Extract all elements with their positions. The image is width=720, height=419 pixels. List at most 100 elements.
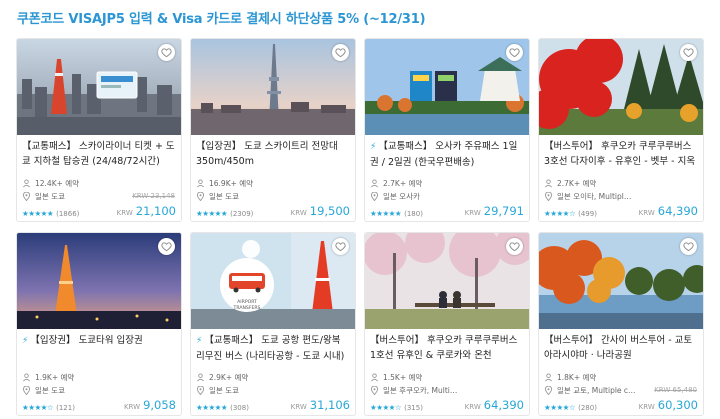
price: KRW 31,106 [291, 398, 350, 412]
original-price: KRW 23,148 [132, 192, 175, 200]
currency-label: KRW [464, 403, 481, 411]
instant-confirm-bolt-icon: ⚡ [370, 142, 377, 152]
location-text: 일본 도쿄 [209, 386, 239, 395]
instant-confirm-bolt-icon: ⚡ [196, 336, 203, 346]
location-text: 일본 도쿄 [209, 192, 239, 201]
product-card[interactable]: 【입장권】 도쿄 스카이트리 전망대 350m/450m 16.9K+ 예약 일본 … [190, 38, 356, 222]
price: KRW 64,390 [465, 398, 524, 412]
product-title-text: 【버스투어】 후쿠오카 쿠루쿠루버스 3호선 다자이후 - 유후인 - 벳부 -… [544, 141, 696, 167]
wishlist-heart-icon[interactable] [158, 44, 175, 61]
location: 일본 도쿄 [196, 385, 239, 396]
price-amount: 9,058 [143, 398, 176, 412]
booking-user-icon [371, 373, 378, 382]
card-footer: ★★★★★ (2309) KRW 19,500 [196, 204, 350, 218]
booking-count-text: 2.9K+ 예약 [209, 373, 249, 382]
product-title[interactable]: 【입장권】 도쿄 스카이트리 전망대 350m/450m [196, 139, 352, 169]
wishlist-heart-icon[interactable] [332, 44, 349, 61]
rating-count: (499) [578, 209, 597, 218]
product-grid: 【교통패스】 스카이라이너 티켓 + 도쿄 지하철 탑승권 (24/48/72시… [0, 0, 720, 419]
price-amount: 60,300 [657, 398, 698, 412]
rating: ★★★★☆ (315) [370, 403, 423, 412]
location: 일본 도쿄 [22, 385, 65, 396]
currency-label: KRW [290, 209, 307, 217]
product-card[interactable]: 【버스투어】 후쿠오카 쿠루쿠루버스 3호선 다자이후 - 유후인 - 벳부 -… [538, 38, 704, 222]
product-title[interactable]: 【버스투어】 후쿠오카 쿠루쿠루버스 1호선 유후인 & 쿠로카와 온천 [370, 333, 526, 363]
rating: ★★★★☆ (121) [22, 403, 75, 412]
rating-stars-icon: ★★★★★ [196, 403, 228, 412]
product-card[interactable]: 【교통패스】 스카이라이너 티켓 + 도쿄 지하철 탑승권 (24/48/72시… [16, 38, 182, 222]
price: KRW 21,100 [117, 204, 176, 218]
price: KRW 9,058 [124, 398, 176, 412]
location-text: 일본 오사카 [383, 192, 420, 201]
product-title[interactable]: 【버스투어】 간사이 버스투어 - 교토 아라시야마 · 나라공원 [544, 333, 700, 363]
rating-count: (280) [578, 403, 597, 412]
card-footer: ★★★★☆ (315) KRW 64,390 [370, 398, 524, 412]
rating-count: (308) [230, 403, 249, 412]
location-pin-icon [196, 192, 205, 201]
card-footer: ★★★★☆ (280) KRW 60,300 [544, 398, 698, 412]
wishlist-heart-icon[interactable] [680, 238, 697, 255]
product-card[interactable]: 【버스투어】 간사이 버스투어 - 교토 아라시야마 · 나라공원 1.8K+ 예… [538, 232, 704, 416]
location-pin-icon [22, 386, 31, 395]
booking-count-text: 12.4K+ 예약 [35, 179, 80, 188]
price: KRW 64,390 [639, 204, 698, 218]
booking-user-icon [545, 179, 552, 188]
currency-label: KRW [123, 403, 141, 411]
booking-user-icon [545, 373, 552, 382]
price: KRW 29,791 [465, 204, 524, 218]
price-amount: 64,390 [657, 204, 698, 218]
currency-label: KRW [116, 209, 133, 217]
rating-count: (180) [404, 209, 423, 218]
product-title-text: 【버스투어】 후쿠오카 쿠루쿠루버스 1호선 유후인 & 쿠로카와 온천 [370, 335, 518, 361]
rating-stars-icon: ★★★★☆ [22, 403, 54, 412]
rating: ★★★★★ (180) [370, 209, 423, 218]
location-text: 일본 도쿄 [35, 386, 65, 395]
rating: ★★★★★ (1866) [22, 209, 79, 218]
card-footer: ★★★★☆ (121) KRW 9,058 [22, 398, 176, 412]
booking-count: 2.7K+ 예약 [370, 178, 422, 189]
product-title-text: 【입장권】 도쿄 스카이트리 전망대 350m/450m [196, 141, 338, 167]
product-title-text: 【교통패스】 도쿄 공항 편도/왕복 리무진 버스 (나리타공항 - 도쿄 시내… [196, 335, 345, 362]
product-card[interactable]: ⚡ 【교통패스】 오사카 주유패스 1일권 / 2일권 (한국우편배송) 2.7K+… [364, 38, 530, 222]
product-title[interactable]: 【교통패스】 스카이라이너 티켓 + 도쿄 지하철 탑승권 (24/48/72시… [22, 139, 178, 169]
thumb-text-airport: AIRPORT [237, 299, 257, 305]
wishlist-heart-icon[interactable] [158, 238, 175, 255]
location-pin-icon [544, 192, 553, 201]
rating-count: (121) [56, 403, 75, 412]
booking-user-icon [23, 373, 30, 382]
location: 일본 교토, Multiple c… [544, 385, 636, 396]
currency-label: KRW [290, 403, 307, 411]
price-amount: 29,791 [483, 204, 524, 218]
wishlist-heart-icon[interactable] [506, 44, 523, 61]
price-amount: 64,390 [483, 398, 524, 412]
booking-count: 1.8K+ 예약 [544, 372, 596, 383]
wishlist-heart-icon[interactable] [680, 44, 697, 61]
rating: ★★★★☆ (280) [544, 403, 597, 412]
product-title[interactable]: ⚡ 【입장권】 도쿄타워 입장권 [22, 333, 178, 349]
thumb-text-transfers: TRANSFERS [233, 305, 261, 311]
wishlist-heart-icon[interactable] [506, 238, 523, 255]
product-card[interactable]: AIRPORT TRANSFERS ⚡ 【교통패스】 도쿄 공항 편도/왕복 리무… [190, 232, 356, 416]
location-text: 일본 오이타, Multipl… [557, 192, 632, 201]
product-title[interactable]: ⚡ 【교통패스】 오사카 주유패스 1일권 / 2일권 (한국우편배송) [370, 139, 526, 169]
rating-stars-icon: ★★★★★ [22, 209, 54, 218]
booking-count: 2.9K+ 예약 [196, 372, 248, 383]
wishlist-heart-icon[interactable] [332, 238, 349, 255]
product-title-text: 【버스투어】 간사이 버스투어 - 교토 아라시야마 · 나라공원 [544, 335, 693, 361]
instant-confirm-bolt-icon: ⚡ [22, 336, 29, 346]
rating-stars-icon: ★★★★★ [370, 209, 402, 218]
card-footer: ★★★★☆ (499) KRW 64,390 [544, 204, 698, 218]
product-title-text: 【교통패스】 오사카 주유패스 1일권 / 2일권 (한국우편배송) [370, 141, 518, 168]
booking-count-text: 1.8K+ 예약 [557, 373, 597, 382]
product-card[interactable]: ⚡ 【입장권】 도쿄타워 입장권 1.9K+ 예약 일본 도쿄 ★★★★☆ (121) KR… [16, 232, 182, 416]
product-title[interactable]: 【버스투어】 후쿠오카 쿠루쿠루버스 3호선 다자이후 - 유후인 - 벳부 -… [544, 139, 700, 169]
rating-stars-icon: ★★★★☆ [544, 403, 576, 412]
location-pin-icon [544, 386, 553, 395]
booking-count: 1.5K+ 예약 [370, 372, 422, 383]
price: KRW 60,300 [639, 398, 698, 412]
product-title[interactable]: ⚡ 【교통패스】 도쿄 공항 편도/왕복 리무진 버스 (나리타공항 - 도쿄 시… [196, 333, 352, 363]
booking-user-icon [197, 373, 204, 382]
rating-count: (315) [404, 403, 423, 412]
product-card[interactable]: 【버스투어】 후쿠오카 쿠루쿠루버스 1호선 유후인 & 쿠로카와 온천 1.5K… [364, 232, 530, 416]
booking-user-icon [23, 179, 30, 188]
